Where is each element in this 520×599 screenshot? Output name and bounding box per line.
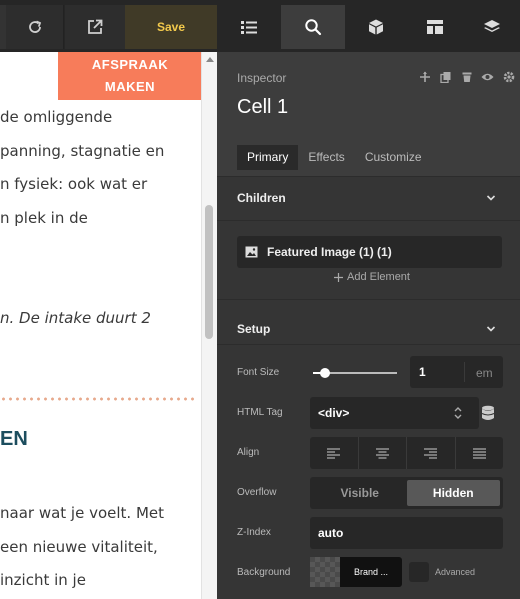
preview-scrollbar[interactable] <box>201 52 217 599</box>
overflow-label: Overflow <box>237 487 277 498</box>
image-icon <box>245 246 258 258</box>
zindex-input[interactable]: auto <box>310 517 503 549</box>
cta-label-line1: AFSPRAAK <box>91 57 169 72</box>
open-external-button[interactable] <box>65 5 125 49</box>
align-justify-icon <box>472 447 486 459</box>
preview-text-line: n fysiek: ook wat er <box>0 175 148 193</box>
align-justify-button[interactable] <box>454 437 504 469</box>
background-label: Background <box>237 567 291 578</box>
structure-icon <box>241 21 257 34</box>
tab-customize[interactable]: Customize <box>355 145 432 170</box>
elements-button[interactable] <box>345 5 407 49</box>
slider-handle[interactable] <box>320 368 330 378</box>
zindex-value[interactable]: auto <box>318 526 343 540</box>
add-element-label: Add Element <box>347 271 410 283</box>
search-icon <box>305 19 322 36</box>
preview-text-line: panning, stagnatie en <box>0 142 165 160</box>
preview-toolbar: Save <box>0 0 217 52</box>
advanced-label: Advanced <box>435 567 476 577</box>
section-divider <box>217 220 520 221</box>
preview-text-line: de omliggende <box>0 108 113 126</box>
scroll-up-arrow-icon[interactable] <box>202 52 217 66</box>
refresh-button[interactable] <box>6 5 64 49</box>
zindex-label: Z-Index <box>237 527 271 538</box>
align-left-icon <box>327 447 341 459</box>
font-size-value[interactable]: 1 <box>419 365 426 379</box>
html-tag-select[interactable]: <div> <box>310 397 479 429</box>
align-label: Align <box>237 447 260 458</box>
background-brand-color[interactable]: Brand ... <box>340 557 402 587</box>
section-divider <box>217 344 520 345</box>
external-link-icon <box>88 19 103 34</box>
layout-button[interactable] <box>407 5 463 49</box>
children-section-title[interactable]: Children <box>237 191 286 205</box>
save-button[interactable]: Save <box>125 5 217 49</box>
structure-button[interactable] <box>217 5 281 49</box>
layers-button[interactable] <box>463 5 520 49</box>
move-icon[interactable] <box>417 70 432 84</box>
page-preview: AFSPRAAK MAKEN de omliggende panning, st… <box>0 52 217 599</box>
cube-icon <box>369 19 383 35</box>
select-arrows-icon <box>454 407 462 419</box>
background-color-swatch[interactable] <box>310 557 340 587</box>
chevron-down-icon[interactable] <box>485 323 497 335</box>
overflow-toggle: Visible Hidden <box>310 477 503 509</box>
layers-icon <box>483 20 500 32</box>
setup-section-title[interactable]: Setup <box>237 322 270 336</box>
inspector-label: Inspector <box>237 71 287 85</box>
editor-panel: Inspector Cell 1 Primary Effects Customi… <box>217 0 520 599</box>
advanced-checkbox[interactable] <box>409 562 429 582</box>
refresh-icon <box>28 20 41 33</box>
overflow-visible-option[interactable]: Visible <box>313 480 407 506</box>
element-title: Cell 1 <box>237 96 289 118</box>
font-size-unit[interactable]: em <box>476 366 493 380</box>
align-left-button[interactable] <box>310 437 358 469</box>
field-separator <box>464 362 465 382</box>
html-tag-value: <div> <box>318 406 350 420</box>
duplicate-icon[interactable] <box>438 70 453 84</box>
add-element-button[interactable]: Add Element <box>334 271 410 283</box>
tab-effects[interactable]: Effects <box>298 145 354 170</box>
plus-icon <box>334 272 343 282</box>
chevron-down-icon[interactable] <box>485 192 497 204</box>
align-center-button[interactable] <box>357 437 407 469</box>
visibility-eye-icon[interactable] <box>480 70 495 84</box>
settings-gear-icon[interactable] <box>501 70 516 84</box>
child-element-label: Featured Image (1) (1) <box>267 245 392 259</box>
preview-text-line: n plek in de <box>0 209 88 227</box>
layout-icon <box>427 20 443 34</box>
dotted-divider <box>0 397 194 401</box>
delete-icon[interactable] <box>459 70 474 84</box>
inspector-search-button[interactable] <box>281 5 345 49</box>
preview-text-line: naar wat je voelt. Met <box>0 504 165 522</box>
tab-primary[interactable]: Primary <box>237 145 299 170</box>
preview-text-line: een nieuwe vitaliteit, <box>0 538 158 556</box>
dynamic-data-icon[interactable] <box>481 405 495 421</box>
panel-nav <box>217 0 520 52</box>
align-right-icon <box>424 447 438 459</box>
font-size-input[interactable]: 1 em <box>410 356 503 388</box>
inspector-tabs: Primary Effects Customize <box>237 145 432 170</box>
align-right-button[interactable] <box>406 437 455 469</box>
preview-italic-line: n. De intake duurt 2 <box>0 309 151 327</box>
overflow-hidden-option[interactable]: Hidden <box>406 480 500 506</box>
child-element-item[interactable]: Featured Image (1) (1) <box>237 236 502 268</box>
font-size-label: Font Size <box>237 367 280 378</box>
preview-heading: EN <box>0 428 28 450</box>
font-size-slider[interactable] <box>313 368 397 378</box>
html-tag-label: HTML Tag <box>237 407 283 418</box>
inspector-actions <box>417 70 516 84</box>
cta-label-line2: MAKEN <box>104 79 156 94</box>
align-center-icon <box>375 447 389 459</box>
align-button-group <box>310 437 503 469</box>
appointment-cta-button[interactable]: AFSPRAAK MAKEN <box>58 52 202 100</box>
preview-text-line: inzicht in je <box>0 571 86 589</box>
scrollbar-thumb[interactable] <box>205 205 213 339</box>
